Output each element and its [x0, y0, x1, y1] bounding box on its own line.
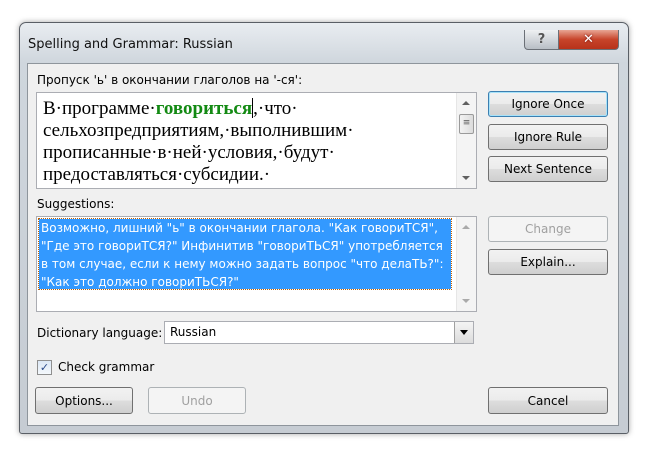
suggestions-list[interactable]: Возможно, лишний "ь" в окончании глагола…: [36, 216, 477, 312]
scroll-up-icon[interactable]: [462, 225, 470, 229]
cancel-button[interactable]: Cancel: [488, 387, 608, 414]
undo-button[interactable]: Undo: [148, 387, 246, 414]
help-icon: ?: [537, 32, 546, 47]
scroll-thumb[interactable]: ≡: [459, 114, 474, 134]
suggestions-label: Suggestions:: [37, 197, 115, 211]
dictionary-language-select[interactable]: Russian: [164, 321, 474, 344]
suggestions-scrollbar[interactable]: [456, 217, 476, 311]
sentence-textbox[interactable]: В·программе·говориться,·что· сельхозпред…: [36, 92, 477, 189]
close-icon: ✕: [583, 32, 594, 47]
close-button[interactable]: ✕: [558, 30, 619, 50]
change-button[interactable]: Change: [488, 216, 608, 242]
next-sentence-button[interactable]: Next Sentence: [488, 156, 608, 182]
window-title: Spelling and Grammar: Russian: [28, 37, 233, 52]
sentence-scrollbar[interactable]: ≡: [456, 93, 476, 188]
sentence-before: В·программе·: [43, 98, 156, 119]
check-grammar-checkbox[interactable]: ✓: [37, 360, 52, 375]
chevron-down-icon[interactable]: [454, 322, 473, 343]
error-type-label: Пропуск 'ь' в окончании глаголов на '-ся…: [37, 73, 303, 87]
help-button[interactable]: ?: [524, 30, 559, 50]
error-word: говориться: [155, 98, 253, 119]
check-grammar-label[interactable]: Check grammar: [58, 360, 154, 374]
scroll-up-icon[interactable]: [462, 101, 470, 105]
ignore-once-button[interactable]: Ignore Once: [488, 91, 608, 117]
suggestion-item[interactable]: Возможно, лишний "ь" в окончании глагола…: [38, 218, 452, 290]
explain-button[interactable]: Explain...: [488, 249, 608, 275]
dictionary-language-value: Russian: [170, 325, 217, 339]
scroll-down-icon[interactable]: [462, 299, 470, 303]
scroll-down-icon[interactable]: [462, 176, 470, 180]
options-button[interactable]: Options...: [35, 387, 133, 414]
ignore-rule-button[interactable]: Ignore Rule: [488, 124, 608, 150]
sentence-text: В·программе·говориться,·что· сельхозпред…: [37, 93, 476, 191]
dictionary-language-label: Dictionary language:: [37, 326, 163, 340]
